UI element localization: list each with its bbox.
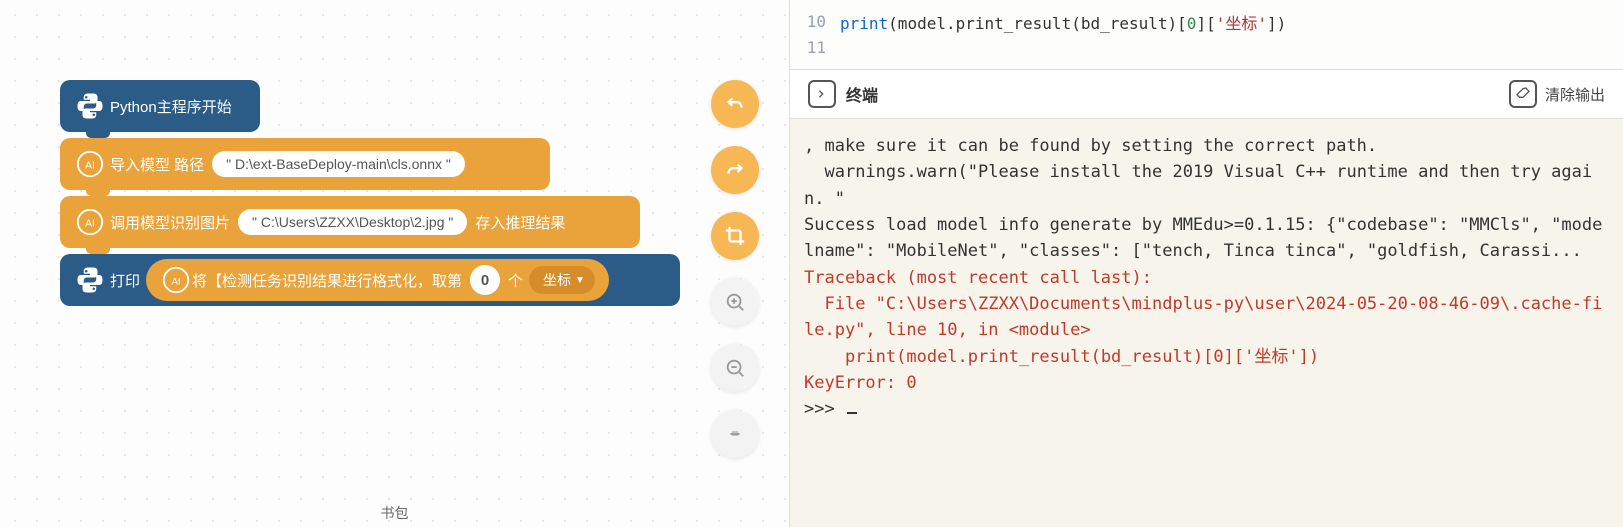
python-icon [70, 86, 110, 126]
fmt-field-dropdown[interactable]: 坐标 ▼ [529, 266, 595, 294]
ai-icon: AI [70, 144, 110, 184]
terminal-line: print(model.print_result(bd_result)[0]['… [804, 344, 1609, 370]
reset-zoom-button[interactable]: = [711, 410, 759, 458]
code-text: print(model.print_result(bd_result)[0]['… [840, 10, 1286, 34]
terminal-icon [808, 80, 836, 108]
import-path-input[interactable]: " D:\ext-BaseDeploy-main\cls.onnx " [212, 151, 465, 177]
code-line[interactable]: 11 [798, 35, 1623, 61]
import-prefix-label: 导入模型 路径 [110, 154, 204, 175]
svg-text:AI: AI [85, 219, 95, 230]
fmt-unit-label: 个 [508, 270, 523, 291]
line-number: 11 [798, 38, 840, 57]
blocks-workspace[interactable]: Python主程序开始 AI 导入模型 路径 " D:\ext-BaseDepl… [0, 0, 790, 527]
terminal-line: File "C:\Users\ZZXX\Documents\mindplus-p… [804, 291, 1609, 344]
eraser-icon [1509, 80, 1537, 108]
svg-text:=: = [731, 426, 739, 441]
block-print[interactable]: 打印 AI 将【检测任务识别结果进行格式化，取第 0 个 坐标 ▼ [60, 254, 680, 306]
chevron-down-icon: ▼ [575, 275, 585, 286]
bottom-drawer-title: 书包 [381, 503, 409, 523]
call-prefix-label: 调用模型识别图片 [110, 212, 230, 233]
ai-icon: AI [70, 202, 110, 242]
terminal-line: , make sure it can be found by setting t… [804, 133, 1609, 159]
call-suffix-label: 存入推理结果 [475, 212, 565, 233]
undo-button[interactable] [711, 80, 759, 128]
code-editor[interactable]: 10 print(model.print_result(bd_result)[0… [790, 0, 1623, 70]
block-start-label: Python主程序开始 [110, 96, 232, 117]
terminal-line: Success load model info generate by MMEd… [804, 212, 1609, 265]
ai-icon: AI [160, 264, 192, 296]
call-image-path-input[interactable]: " C:\Users\ZZXX\Desktop\2.jpg " [238, 209, 467, 235]
print-label: 打印 [110, 270, 140, 291]
zoom-in-button[interactable] [711, 278, 759, 326]
svg-text:AI: AI [172, 277, 181, 287]
terminal-line: >>> [804, 396, 1609, 422]
terminal-line: Traceback (most recent call last): [804, 265, 1609, 291]
terminal-line: warnings.warn("Please install the 2019 V… [804, 159, 1609, 212]
block-format-result[interactable]: AI 将【检测任务识别结果进行格式化，取第 0 个 坐标 ▼ [146, 259, 609, 301]
clear-output-label: 清除输出 [1545, 84, 1605, 105]
redo-button[interactable] [711, 146, 759, 194]
terminal-title: 终端 [846, 82, 878, 106]
fmt-dropdown-value: 坐标 [543, 270, 571, 290]
terminal-line: KeyError: 0 [804, 370, 1609, 396]
fmt-index-input[interactable]: 0 [470, 265, 500, 295]
terminal-cursor [847, 412, 857, 414]
block-import-model[interactable]: AI 导入模型 路径 " D:\ext-BaseDeploy-main\cls.… [60, 138, 550, 190]
terminal-output[interactable]: , make sure it can be found by setting t… [790, 119, 1623, 527]
code-line[interactable]: 10 print(model.print_result(bd_result)[0… [798, 9, 1623, 35]
line-number: 10 [798, 12, 840, 31]
block-python-start[interactable]: Python主程序开始 [60, 80, 260, 132]
block-call-model[interactable]: AI 调用模型识别图片 " C:\Users\ZZXX\Desktop\2.jp… [60, 196, 640, 248]
python-icon [70, 260, 110, 300]
zoom-out-button[interactable] [711, 344, 759, 392]
svg-text:AI: AI [85, 161, 95, 172]
clear-output-button[interactable]: 清除输出 [1509, 80, 1605, 108]
crop-button[interactable] [711, 212, 759, 260]
fmt-prefix-label: 将【检测任务识别结果进行格式化，取第 [192, 270, 462, 291]
terminal-header: 终端 清除输出 [790, 70, 1623, 119]
